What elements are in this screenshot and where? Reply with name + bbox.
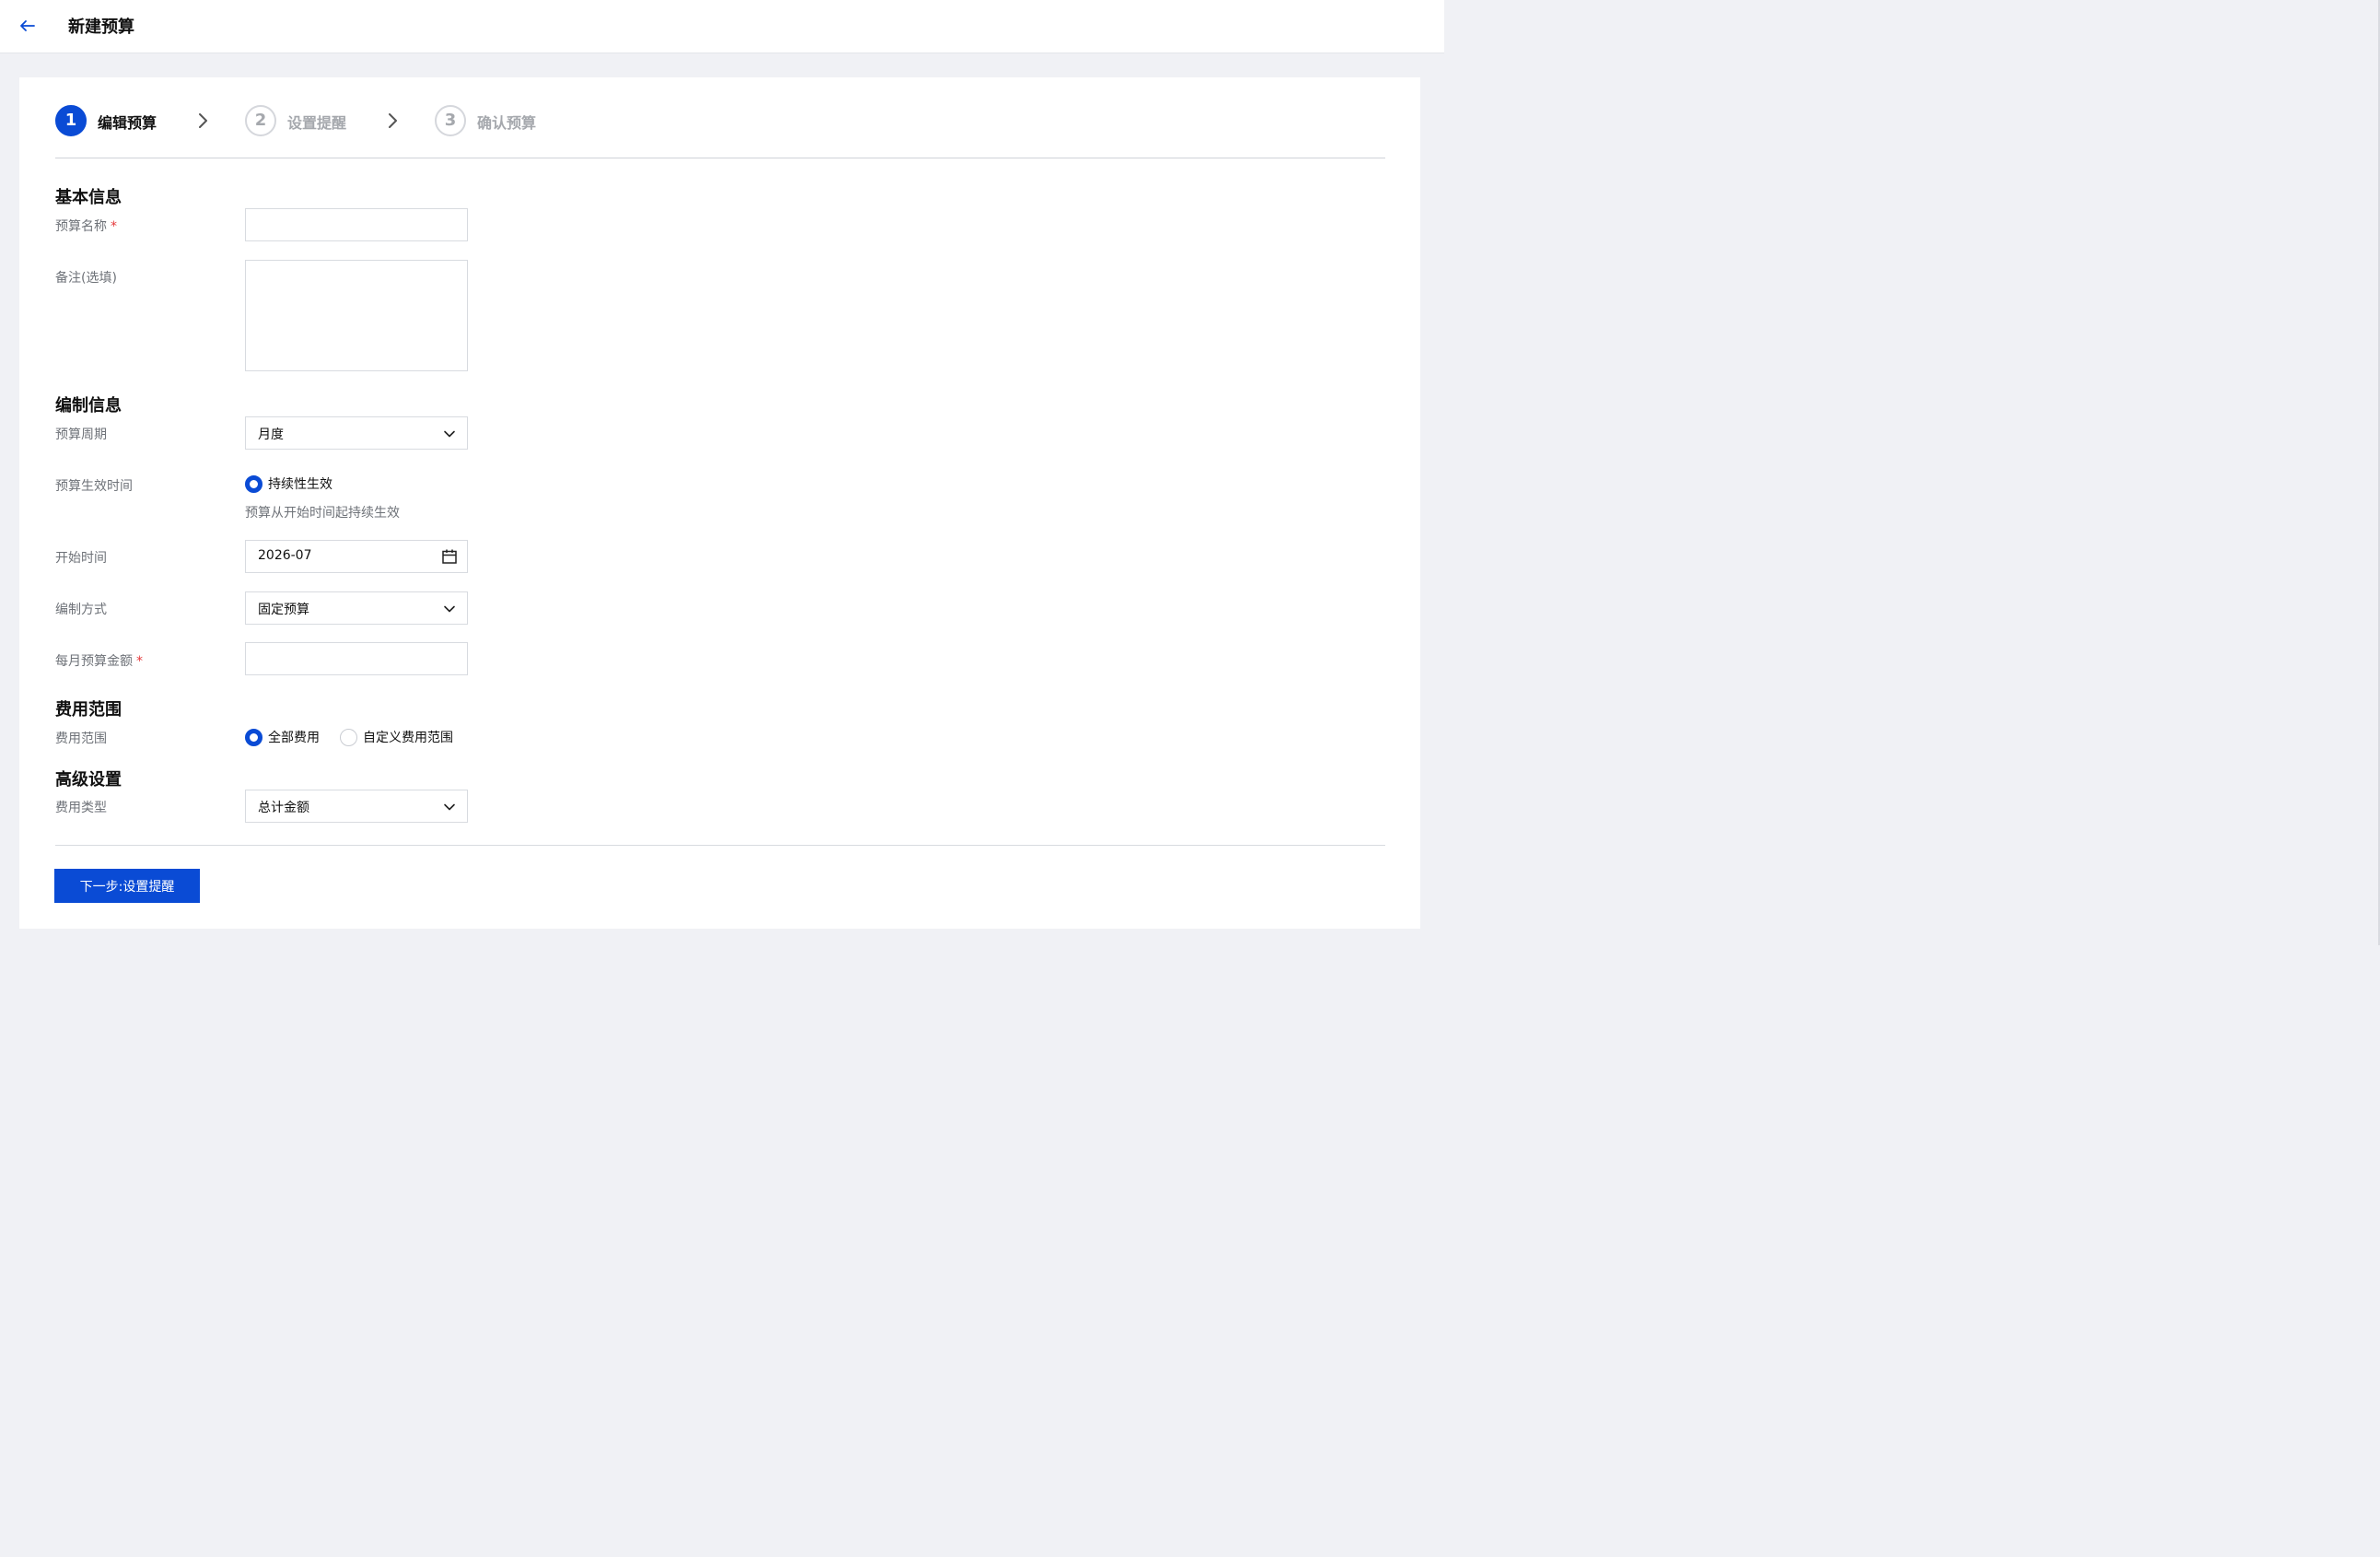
effective-continuous-label[interactable]: 持续性生效 (268, 474, 332, 493)
step-3-label: 确认预算 (477, 114, 537, 132)
required-mark: * (111, 219, 117, 234)
step-2-label: 设置提醒 (287, 114, 347, 132)
budget-cycle-label: 预算周期 (55, 427, 107, 442)
budget-name-label: 预算名称 * (55, 217, 117, 235)
budget-cycle-value: 月度 (258, 427, 284, 442)
step-1-label: 编辑预算 (98, 114, 158, 132)
effective-continuous-radio[interactable] (245, 474, 262, 493)
cost-scope-custom-label[interactable]: 自定义费用范围 (363, 728, 453, 746)
required-mark: * (136, 654, 143, 669)
cost-type-value: 总计金额 (258, 801, 309, 815)
effective-hint: 预算从开始时间起持续生效 (245, 506, 400, 521)
chevron-down-icon (444, 803, 455, 811)
start-time-label: 开始时间 (55, 551, 107, 566)
top-bar: 新建预算 (0, 0, 1444, 53)
budget-name-label-text: 预算名称 (55, 219, 107, 234)
cost-scope-all-radio[interactable] (245, 728, 262, 746)
remark-textarea[interactable] (245, 260, 468, 371)
remark-label: 备注(选填) (55, 271, 117, 286)
chevron-right-icon (199, 113, 207, 128)
calendar-icon[interactable] (441, 548, 458, 565)
step-1-circle: 1 (55, 105, 87, 136)
section-title-compile-info: 编制信息 (55, 396, 122, 416)
chevron-right-icon (389, 113, 397, 128)
section-title-advanced: 高级设置 (55, 770, 122, 790)
effective-time-label: 预算生效时间 (55, 479, 133, 494)
start-time-value: 2026-07 (258, 548, 312, 563)
footer-divider (55, 845, 1385, 846)
cost-scope-label: 费用范围 (55, 732, 107, 746)
next-step-button[interactable]: 下一步:设置提醒 (54, 869, 200, 903)
cost-scope-custom-radio[interactable] (340, 728, 357, 746)
step-2-circle: 2 (245, 105, 276, 136)
step-indicator: 1 编辑预算 2 设置提醒 3 确认预算 (55, 105, 1385, 136)
step-3-circle: 3 (435, 105, 466, 136)
start-time-picker[interactable]: 2026-07 (245, 540, 468, 573)
compile-method-select[interactable]: 固定预算 (245, 591, 468, 625)
cost-type-select[interactable]: 总计金额 (245, 790, 468, 823)
monthly-amount-label: 每月预算金额 * (55, 651, 143, 670)
budget-name-input[interactable] (245, 208, 468, 241)
effective-continuous-radio-row[interactable]: 持续性生效 (245, 474, 353, 493)
chevron-down-icon (444, 430, 455, 438)
cost-scope-radio-group: 全部费用 自定义费用范围 (245, 728, 473, 746)
section-title-cost-scope: 费用范围 (55, 700, 122, 720)
budget-cycle-select[interactable]: 月度 (245, 416, 468, 450)
compile-method-label: 编制方式 (55, 603, 107, 617)
compile-method-value: 固定预算 (258, 603, 309, 617)
cost-scope-all-label[interactable]: 全部费用 (268, 728, 320, 746)
section-title-basic-info: 基本信息 (55, 188, 122, 207)
cost-type-label: 费用类型 (55, 801, 107, 815)
page-title: 新建预算 (68, 18, 134, 37)
chevron-down-icon (444, 605, 455, 613)
arrow-left-icon[interactable] (18, 17, 37, 35)
monthly-amount-label-text: 每月预算金额 (55, 654, 133, 669)
monthly-amount-input[interactable] (245, 642, 468, 675)
budget-form-card: 1 编辑预算 2 设置提醒 3 确认预算 基本信息 预算名称 * 备注(选填) 编… (19, 77, 1420, 929)
